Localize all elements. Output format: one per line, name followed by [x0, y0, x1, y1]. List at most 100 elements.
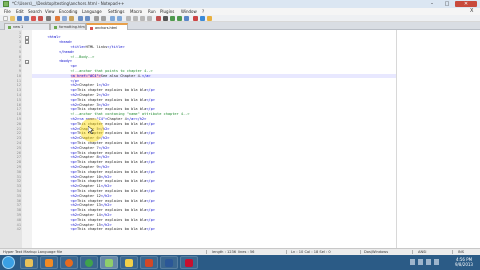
paste-icon[interactable] [69, 16, 74, 21]
menu-file[interactable]: File [4, 8, 11, 15]
indent-guide-icon[interactable] [147, 16, 152, 21]
taskbar-paint[interactable] [120, 256, 138, 269]
status-divider [286, 250, 287, 254]
code-token: </h2> [98, 164, 110, 169]
saved-status-icon [8, 25, 11, 29]
code-token: </h2> [100, 174, 112, 179]
taskbar-chrome[interactable] [80, 256, 98, 269]
maximize-button[interactable]: □ [440, 1, 454, 7]
code-token: </p> [146, 140, 155, 145]
save-macro-icon[interactable] [184, 16, 189, 21]
tray-volume-icon[interactable] [426, 259, 431, 265]
code-token: This chapter explains ba bla bla [77, 97, 147, 102]
save-icon[interactable] [17, 16, 22, 21]
zoom-out-icon[interactable] [117, 16, 122, 21]
fold-toggle-icon[interactable]: − [25, 40, 29, 45]
code-token: <a href="#C4"> [70, 73, 101, 78]
code-token: Chapter 7 [79, 145, 99, 150]
editor-area[interactable]: 1 2− <html> 3− <head> 4 <title>HTML links</tit… [0, 30, 480, 248]
play-macro-icon[interactable] [170, 16, 175, 21]
open-file-icon[interactable] [10, 16, 15, 21]
plugin-icon-2[interactable] [207, 16, 212, 21]
code-line[interactable]: 42 <p>This chapter explains ba bla bla</p… [0, 227, 480, 232]
close-all-icon[interactable] [38, 16, 43, 21]
menu-view[interactable]: View [45, 8, 55, 15]
tray-power-icon[interactable] [434, 259, 439, 265]
media-player-icon [45, 259, 53, 267]
menu-run[interactable]: Run [148, 8, 156, 15]
tray-flag-icon[interactable] [418, 259, 423, 265]
undo-icon[interactable] [78, 16, 83, 21]
code-token: This chapter explains ba bla bla [77, 217, 147, 222]
code-token: This chapter explains ba bla bla [77, 107, 147, 112]
saved-status-icon [54, 25, 57, 29]
menu-language[interactable]: Language [82, 8, 102, 15]
code-token: This chapter explains ba bla bla [77, 208, 147, 213]
plugin-icon[interactable] [200, 16, 205, 21]
menu-encoding[interactable]: Encoding [59, 8, 77, 15]
tab-bar: new 1 formatting.html anchors.html [0, 22, 480, 30]
menu-search[interactable]: Search [28, 8, 42, 15]
code-token: </p> [146, 169, 155, 174]
taskbar-powerpoint[interactable] [140, 256, 158, 269]
taskbar-explorer[interactable] [20, 256, 38, 269]
taskbar-notepad-plus-plus[interactable] [100, 256, 118, 269]
taskbar-clock[interactable]: 4:56 PM 9/8/2013 [450, 257, 478, 267]
tab-anchors[interactable]: anchors.html [86, 23, 128, 30]
code-text[interactable]: <p>This chapter explains ba bla bla</p> [71, 227, 155, 232]
tab-formatting[interactable]: formatting.html [50, 23, 86, 30]
spell-check-icon[interactable] [193, 16, 198, 21]
code-token: This chapter explains ba bla bla [77, 169, 147, 174]
tab-new-1[interactable]: new 1 [4, 23, 50, 30]
start-button[interactable] [2, 256, 15, 269]
close-document-icon[interactable]: X [470, 8, 473, 15]
code-token: This chapter explains ba bla bla [77, 160, 147, 165]
print-icon[interactable] [46, 16, 51, 21]
code-token: <body> [59, 59, 72, 64]
code-token: <h2> [70, 92, 80, 97]
show-all-characters-icon[interactable] [140, 16, 145, 21]
code-token: <h2> [70, 126, 80, 131]
replace-icon[interactable] [101, 16, 106, 21]
stop-macro-icon[interactable] [163, 16, 168, 21]
zoom-in-icon[interactable] [110, 16, 115, 21]
find-icon[interactable] [94, 16, 99, 21]
code-token: This chapter explains ba bla bla [77, 140, 147, 145]
close-button[interactable]: ✕ [455, 1, 477, 7]
record-macro-icon[interactable] [156, 16, 161, 21]
cut-icon[interactable] [55, 16, 60, 21]
menu-window[interactable]: Window [181, 8, 197, 15]
copy-icon[interactable] [62, 16, 67, 21]
menu-settings[interactable]: Settings [108, 8, 124, 15]
code-token: This chapter explains ba bla bla [77, 150, 147, 155]
fold-toggle-icon[interactable]: − [25, 59, 29, 64]
sync-scroll-icon[interactable] [126, 16, 131, 21]
taskbar-word[interactable] [160, 256, 178, 269]
mouse-pointer-icon [88, 126, 95, 134]
menu-plugins[interactable]: Plugins [160, 8, 174, 15]
tray-network-icon[interactable] [410, 259, 415, 265]
taskbar-media-player[interactable] [40, 256, 58, 269]
folder-icon [25, 259, 33, 267]
code-token: </p> [70, 78, 80, 83]
save-all-icon[interactable] [24, 16, 29, 21]
word-wrap-icon[interactable] [133, 16, 138, 21]
taskbar-firefox[interactable] [60, 256, 78, 269]
taskbar-acrobat[interactable] [180, 256, 198, 269]
redo-icon[interactable] [85, 16, 90, 21]
window-title: *C:\Users\__\Desktop\testing\anchors.htm… [12, 1, 125, 6]
menu-help[interactable]: ? [202, 8, 204, 15]
new-file-icon[interactable] [3, 16, 8, 21]
close-file-icon[interactable] [31, 16, 36, 21]
run-macro-multiple-icon[interactable] [177, 16, 182, 21]
code-token: </p> [146, 150, 155, 155]
code-token: This chapter explains ba bla bla [77, 88, 147, 93]
notepad-plus-plus-icon [105, 259, 113, 267]
minimize-button[interactable]: – [425, 1, 439, 7]
menu-edit[interactable]: Edit [16, 8, 24, 15]
code-token: Chapter 14 [79, 212, 101, 217]
status-divider [360, 250, 361, 254]
fold-toggle-icon[interactable]: − [25, 35, 29, 40]
menu-macro[interactable]: Macro [130, 8, 142, 15]
code-token: </a></h2> [126, 116, 147, 121]
